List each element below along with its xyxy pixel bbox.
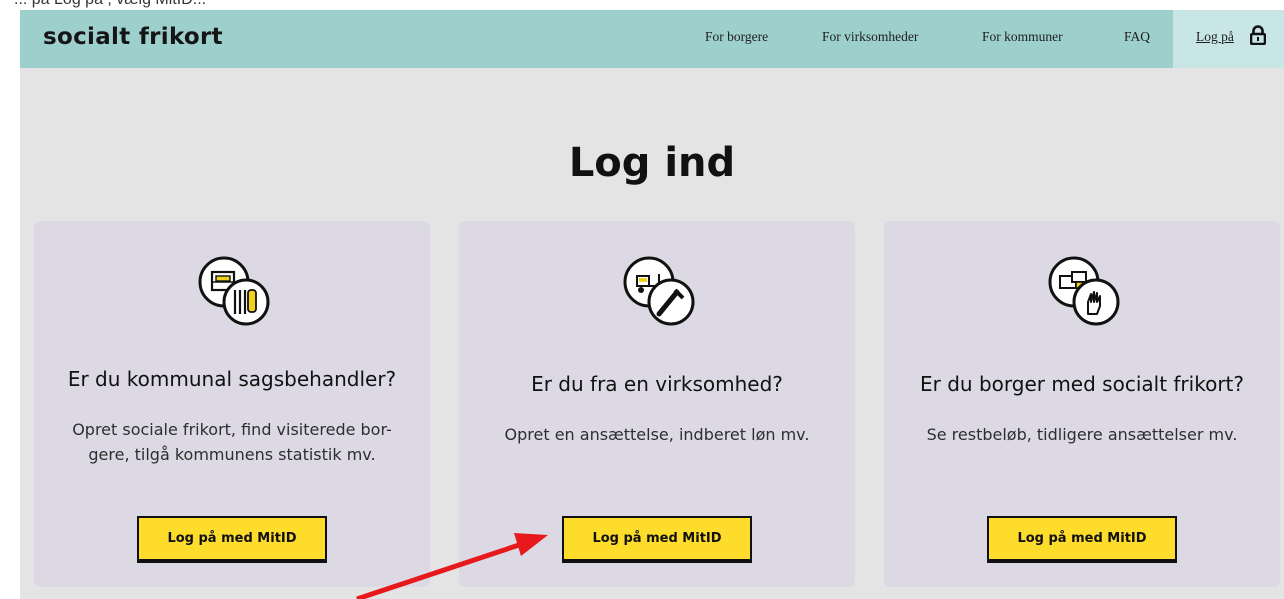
site-header: socialt frikort For borgere For virksomh… [20, 10, 1284, 68]
nav-link-for-borgere[interactable]: For borgere [705, 29, 768, 45]
card-caseworker: Er du kommunal sagsbehandler? Opret soci… [34, 221, 430, 587]
login-link[interactable]: Log på [1196, 29, 1234, 45]
card-description: Opret sociale frikort, find visiterede b… [72, 420, 392, 464]
card-description: Opret en ansættelse, indberet løn mv. [504, 425, 810, 444]
nav-link-for-virksomheder[interactable]: For virksomheder [822, 29, 918, 45]
card-title: Er du fra en virksomhed? [531, 372, 783, 396]
mitid-login-button-company[interactable]: Log på med MitID [562, 516, 752, 563]
card-title: Er du kommunal sagsbehandler? [67, 367, 397, 391]
mitid-login-button-caseworker[interactable]: Log på med MitID [137, 516, 327, 563]
page-title: Log ind [568, 139, 736, 186]
nav-link-faq[interactable]: FAQ [1124, 29, 1150, 45]
card-citizen: Er du borger med socialt frikort? Se res… [884, 221, 1280, 587]
lock-icon[interactable] [1250, 25, 1266, 45]
mitid-login-button-citizen[interactable]: Log på med MitID [987, 516, 1177, 563]
login-nav-item[interactable]: Log på [1173, 10, 1284, 68]
nav-link-for-kommuner[interactable]: For kommuner [982, 29, 1063, 45]
card-description: Se restbeløb, tidligere ansættelser mv. [926, 425, 1238, 444]
card-title: Er du borger med socialt frikort? [920, 372, 1244, 396]
card-company: Er du fra en virksomhed? Opret en ansætt… [459, 221, 855, 587]
forklift-and-tool-icon [623, 256, 695, 326]
site-logo[interactable]: socialt frikort [43, 24, 223, 50]
cropped-instruction-text: ... på Log på , vælg MitID... [0, 0, 1284, 10]
boxes-and-glove-icon [1048, 256, 1120, 326]
browser-viewport: socialt frikort For borgere For virksomh… [20, 10, 1284, 599]
cabinet-and-binders-icon [198, 256, 270, 326]
